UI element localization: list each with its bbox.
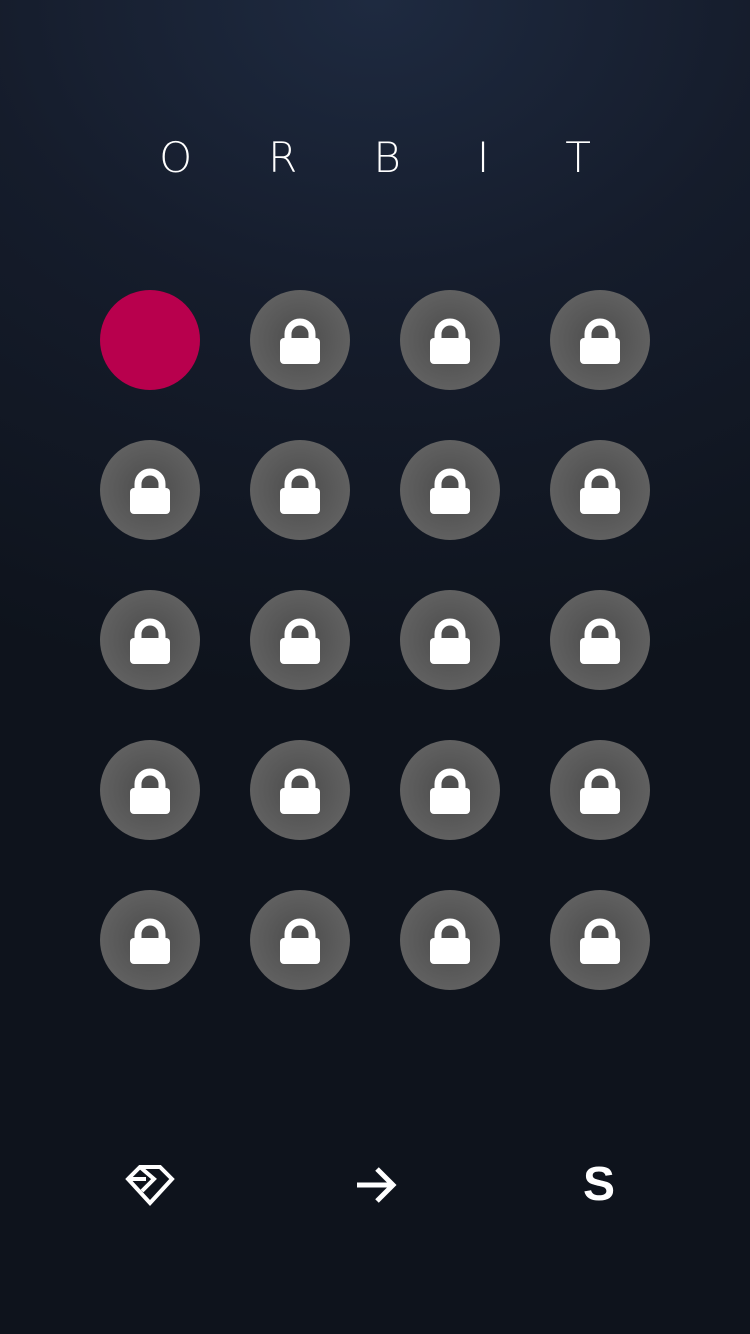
lock-icon: [430, 616, 470, 664]
lock-icon: [280, 616, 320, 664]
lock-icon: [130, 916, 170, 964]
level-locked[interactable]: [100, 740, 200, 840]
lock-icon: [130, 616, 170, 664]
game-title: ORBIT: [159, 133, 667, 182]
bottom-bar: S: [0, 1150, 750, 1220]
lock-icon: [430, 466, 470, 514]
lock-icon: [130, 466, 170, 514]
lock-icon: [280, 916, 320, 964]
s-label: S: [582, 1158, 615, 1211]
level-locked[interactable]: [250, 890, 350, 990]
lock-icon: [580, 316, 620, 364]
level-locked[interactable]: [400, 590, 500, 690]
lock-icon: [280, 466, 320, 514]
gems-button[interactable]: [115, 1150, 185, 1220]
level-locked[interactable]: [250, 740, 350, 840]
arrow-right-icon: [357, 1167, 397, 1203]
level-locked[interactable]: [400, 890, 500, 990]
level-locked[interactable]: [400, 740, 500, 840]
level-locked[interactable]: [250, 290, 350, 390]
lock-icon: [580, 616, 620, 664]
lock-icon: [430, 916, 470, 964]
level-locked[interactable]: [100, 590, 200, 690]
lock-icon: [130, 766, 170, 814]
level-grid: [100, 290, 650, 990]
level-locked[interactable]: [250, 590, 350, 690]
lock-icon: [280, 316, 320, 364]
level-locked[interactable]: [550, 740, 650, 840]
level-locked[interactable]: [550, 890, 650, 990]
lock-icon: [580, 916, 620, 964]
level-locked[interactable]: [250, 440, 350, 540]
lock-icon: [280, 766, 320, 814]
level-current[interactable]: [100, 290, 200, 390]
level-locked[interactable]: [550, 290, 650, 390]
lock-icon: [580, 466, 620, 514]
level-locked[interactable]: [100, 440, 200, 540]
diamond-icon: [125, 1165, 175, 1206]
s-button[interactable]: S: [564, 1150, 634, 1220]
lock-icon: [580, 766, 620, 814]
level-locked[interactable]: [400, 290, 500, 390]
lock-icon: [430, 316, 470, 364]
next-button[interactable]: [342, 1150, 412, 1220]
level-locked[interactable]: [100, 890, 200, 990]
level-locked[interactable]: [550, 590, 650, 690]
level-locked[interactable]: [400, 440, 500, 540]
level-locked[interactable]: [550, 440, 650, 540]
lock-icon: [430, 766, 470, 814]
